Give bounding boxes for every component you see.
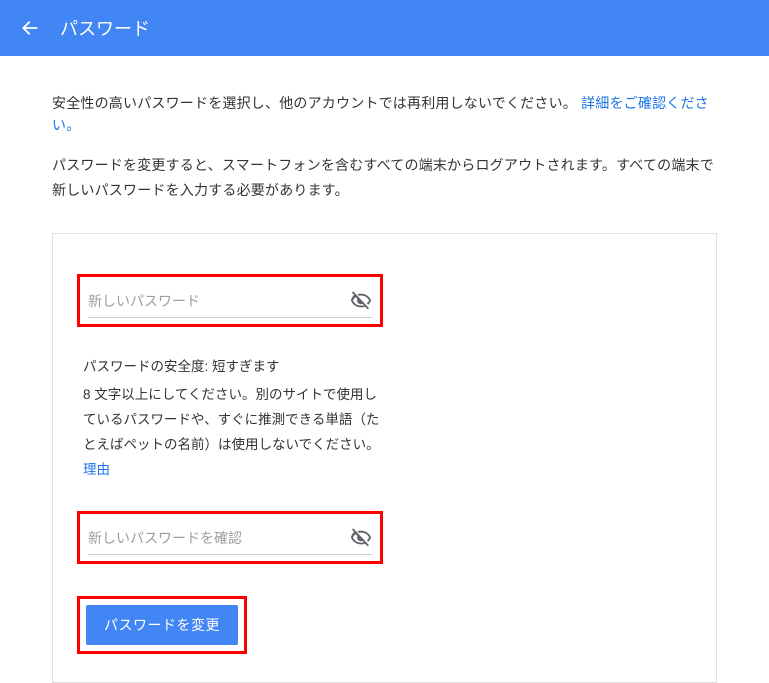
strength-value: 短すぎます: [212, 359, 280, 374]
password-card: パスワードの安全度: 短すぎます 8 文字以上にしてください。別のサイトで使用し…: [52, 233, 717, 683]
visibility-off-icon[interactable]: [350, 527, 372, 549]
intro-line-2: パスワードを変更すると、スマートフォンを含むすべての端末からログアウトされます。…: [52, 153, 717, 203]
confirm-password-row: [88, 520, 372, 555]
submit-highlight: パスワードを変更: [77, 596, 247, 654]
content-area: 安全性の高いパスワードを選択し、他のアカウントでは再利用しないでください。 詳細…: [0, 56, 769, 683]
intro-line-1: 安全性の高いパスワードを選択し、他のアカウントでは再利用しないでください。 詳細…: [52, 92, 717, 137]
new-password-highlight: [77, 274, 383, 327]
reason-link[interactable]: 理由: [83, 462, 110, 477]
confirm-password-highlight: [77, 511, 383, 564]
confirm-password-input[interactable]: [88, 526, 350, 550]
password-strength-hint: 8 文字以上にしてください。別のサイトで使用しているパスワードや、すぐに推測でき…: [83, 383, 383, 483]
back-arrow-icon[interactable]: [18, 16, 42, 40]
password-strength-title: パスワードの安全度: 短すぎます: [83, 355, 383, 375]
new-password-input[interactable]: [88, 289, 350, 313]
new-password-row: [88, 283, 372, 318]
page-title: パスワード: [60, 15, 150, 41]
intro-text-1: 安全性の高いパスワードを選択し、他のアカウントでは再利用しないでください。: [52, 95, 577, 111]
password-strength-block: パスワードの安全度: 短すぎます 8 文字以上にしてください。別のサイトで使用し…: [83, 355, 383, 483]
header-bar: パスワード: [0, 0, 769, 56]
strength-hint-text: 8 文字以上にしてください。別のサイトで使用しているパスワードや、すぐに推測でき…: [83, 387, 380, 452]
visibility-off-icon[interactable]: [350, 290, 372, 312]
strength-label-prefix: パスワードの安全度:: [83, 359, 212, 374]
change-password-button[interactable]: パスワードを変更: [86, 605, 238, 645]
